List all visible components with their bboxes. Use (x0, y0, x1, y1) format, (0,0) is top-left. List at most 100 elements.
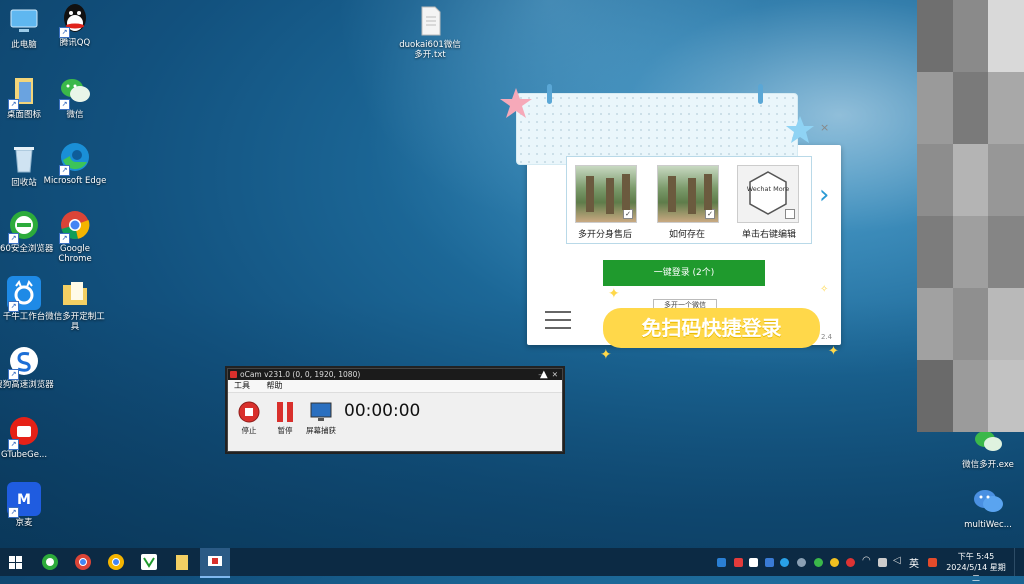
pause-icon (274, 401, 296, 423)
windows-logo-icon (9, 556, 22, 569)
chevron-right-icon[interactable]: › (819, 180, 829, 210)
close-icon[interactable]: × (820, 121, 829, 134)
one-click-login-button[interactable]: 一键登录 (2个) (603, 260, 765, 286)
taskbar-app[interactable] (139, 552, 163, 572)
ocam-menubar: 工具 帮助 (228, 380, 562, 393)
thumb-label: 单击右键编辑 (741, 230, 796, 240)
thumb-how-exists[interactable]: ✓ (657, 165, 719, 223)
qq-icon: ↗ (58, 2, 92, 38)
desktop-icon-chrome[interactable]: ↗ Google Chrome (43, 208, 107, 264)
desktop-icon-gtube[interactable]: ↗ GTubeGe... (0, 414, 56, 460)
thumb-label: 如何存在 (668, 230, 705, 240)
ocam-window: oCam v231.0 (0, 0, 1920, 1080) – ✕ 工具 帮助… (227, 368, 563, 452)
mosaic-censor (917, 0, 1024, 432)
wechat-exe-icon (971, 484, 1005, 518)
tray-app-icon[interactable] (814, 558, 823, 567)
clock-time: 下午 5:45 (957, 552, 995, 561)
desktop-icon-label: GTubeGe... (0, 450, 48, 460)
calendar-pin (547, 84, 552, 104)
pause-button[interactable]: 暂停 (270, 401, 300, 436)
gtube-icon: ↗ (7, 414, 41, 450)
desktop-icon-label: 京麦 (15, 518, 33, 528)
taskbar-file-explorer[interactable] (172, 552, 196, 572)
checkbox[interactable] (785, 209, 795, 219)
shortcut-arrow-icon: ↗ (59, 233, 70, 244)
taskbar-ocam-active[interactable] (200, 548, 230, 578)
taskbar-chrome[interactable] (73, 552, 97, 572)
stop-icon (238, 401, 260, 423)
desktop-icon-label: 微信多开定制工具 (45, 312, 105, 332)
menu-tools[interactable]: 工具 (234, 381, 250, 390)
tray-app-icon[interactable] (830, 558, 839, 567)
tray-app-icon[interactable] (846, 558, 855, 567)
checkbox[interactable]: ✓ (623, 209, 633, 219)
volume-icon[interactable]: ◁ (893, 555, 901, 566)
desktop-icon-sogou-browser[interactable]: ↗ 搜狗高速浏览器 (0, 344, 56, 390)
desktop-icon-multiwechat[interactable]: multiWec... (956, 484, 1020, 530)
calendar-header-decoration (516, 93, 798, 165)
thumb-after-sale[interactable]: ✓ (575, 165, 637, 223)
ocam-title: oCam v231.0 (0, 0, 1920, 1080) (240, 370, 361, 379)
folder-icon (176, 555, 188, 570)
stop-label: 停止 (241, 426, 257, 435)
mouse-cursor-icon: ▲ (540, 369, 548, 380)
tray-app-icon[interactable] (749, 558, 758, 567)
tray-app-icon[interactable] (765, 558, 774, 567)
tray-app-icon[interactable] (928, 558, 937, 567)
network-icon[interactable]: ◠ (862, 555, 871, 566)
desktop-icon-label: 搜狗高速浏览器 (0, 380, 54, 390)
ime-indicator[interactable]: 英 (909, 555, 919, 570)
desktop-icon-qq[interactable]: ↗ 腾讯QQ (43, 2, 107, 48)
thumb-label: 多开分身售后 (577, 230, 632, 240)
thumb-right-click-edit[interactable]: Wechat More (737, 165, 799, 223)
ocam-titlebar[interactable]: oCam v231.0 (0, 0, 1920, 1080) – ✕ (228, 369, 562, 380)
hamburger-menu-icon[interactable] (545, 311, 571, 329)
edge-icon: ↗ (58, 140, 92, 176)
sparkle-icon: ✦ (828, 344, 839, 359)
sogou-browser-icon: ↗ (7, 344, 41, 380)
computer-icon (7, 4, 41, 38)
desktop-icon-label: duokai601微信多开.txt (399, 40, 461, 60)
app-icon (141, 554, 157, 570)
tray-app-icon[interactable] (878, 558, 887, 567)
close-icon[interactable]: ✕ (552, 369, 558, 380)
desktop-icon-jingmai[interactable]: M ↗ 京麦 (0, 482, 56, 528)
shortcut-arrow-icon: ↗ (8, 507, 19, 518)
tray-app-icon[interactable] (734, 558, 743, 567)
version-fragment: 2.4 (821, 333, 833, 341)
cloud-icon[interactable] (797, 558, 806, 567)
taskbar-360-browser[interactable] (40, 552, 64, 572)
menu-help[interactable]: 帮助 (267, 381, 283, 390)
desktop-icon-wechat[interactable]: ↗ 微信 (43, 74, 107, 120)
taskbar-chrome-2[interactable] (106, 552, 130, 572)
pause-label: 暂停 (277, 426, 293, 435)
folder-icon: ↗ (7, 74, 41, 110)
jingmai-icon: M ↗ (7, 482, 41, 518)
show-desktop-button[interactable] (1014, 548, 1024, 576)
stop-button[interactable]: 停止 (234, 401, 264, 436)
desktop-icon-multi-wechat-folder[interactable]: 微信多开定制工具 (43, 276, 107, 332)
desktop-icon-label: Google Chrome (58, 244, 92, 264)
text-file-icon (413, 4, 447, 38)
shortcut-arrow-icon: ↗ (59, 99, 70, 110)
sparkle-icon: ✦ (600, 347, 612, 363)
recording-timer: 00:00:00 (344, 401, 421, 421)
screen-capture-button[interactable]: 屏幕捕获 (304, 401, 338, 436)
clock[interactable]: 下午 5:45 2024/5/14 星期二 (946, 551, 1006, 584)
shortcut-arrow-icon: ↗ (8, 233, 19, 244)
desktop-icon-text-file[interactable]: duokai601微信多开.txt (398, 4, 462, 60)
quick-login-banner: 免扫码快捷登录 (603, 308, 820, 348)
desktop-icon-edge[interactable]: ↗ Microsoft Edge (43, 140, 107, 186)
folder-icon (58, 276, 92, 310)
checkbox[interactable]: ✓ (705, 209, 715, 219)
star-decoration-icon (786, 116, 814, 143)
bluetooth-icon[interactable] (780, 558, 789, 567)
shortcut-arrow-icon: ↗ (59, 27, 70, 38)
tray-app-icon[interactable] (717, 558, 726, 567)
taskbar: ◠ ◁ 英 下午 5:45 2024/5/14 星期二 (0, 548, 1024, 583)
chrome-icon (108, 554, 124, 570)
chrome-icon: ↗ (58, 208, 92, 244)
desktop-icon-label: 微信 (66, 110, 84, 120)
start-button[interactable] (6, 552, 30, 572)
shortcut-arrow-icon: ↗ (59, 165, 70, 176)
